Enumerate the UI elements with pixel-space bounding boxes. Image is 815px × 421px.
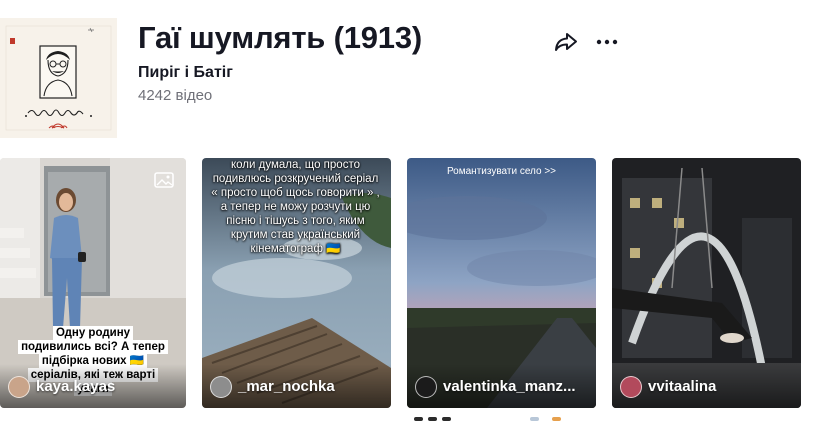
video-username[interactable]: _mar_nochka bbox=[238, 378, 335, 395]
video-username[interactable]: kaya.kayas bbox=[36, 378, 115, 395]
more-dots-icon bbox=[596, 39, 618, 45]
video-caption: Романтизувати село >> bbox=[446, 166, 557, 177]
video-card[interactable]: Романтизувати село >> valentinka_manz... bbox=[407, 158, 596, 408]
video-username[interactable]: vvitaalina bbox=[648, 378, 716, 395]
avatar[interactable] bbox=[8, 376, 30, 398]
sound-title: Гаї шумлять (1913) bbox=[138, 20, 422, 55]
photo-gallery-icon bbox=[154, 172, 174, 188]
sound-cover-art[interactable] bbox=[0, 18, 117, 138]
video-card[interactable]: vvitaalina bbox=[612, 158, 801, 408]
video-count: 4242 відео bbox=[138, 87, 213, 104]
more-options-button[interactable] bbox=[594, 30, 622, 54]
avatar[interactable] bbox=[415, 376, 437, 398]
video-caption: коли думала, що просто подивлюсь розкруч… bbox=[211, 159, 380, 255]
video-card[interactable]: коли думала, що просто подивлюсь розкруч… bbox=[202, 158, 391, 408]
avatar[interactable] bbox=[620, 376, 642, 398]
share-arrow-icon bbox=[555, 33, 577, 51]
cover-illustration bbox=[0, 18, 117, 138]
video-username[interactable]: valentinka_manz... bbox=[443, 378, 576, 395]
next-row-peek bbox=[412, 417, 582, 421]
share-button[interactable] bbox=[552, 30, 580, 54]
video-card[interactable]: Одну родину подивились всі? А тепер підб… bbox=[0, 158, 186, 408]
avatar[interactable] bbox=[210, 376, 232, 398]
sound-author-link[interactable]: Пиріг і Батіг bbox=[138, 64, 233, 82]
